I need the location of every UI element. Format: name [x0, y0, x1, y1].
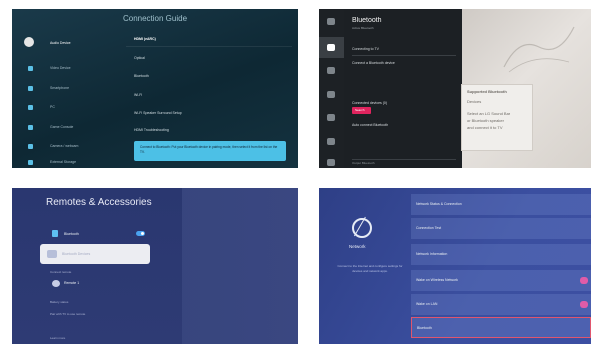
network-description: Connect to the Internet and configure se… — [337, 264, 403, 273]
output-bluetooth[interactable]: Output Bluetooth — [352, 161, 375, 165]
note-text: Pair with TV to use remote — [50, 312, 86, 316]
row-bluetooth[interactable]: Bluetooth — [411, 317, 591, 338]
connection-icon[interactable] — [327, 67, 335, 74]
connection-guide-title: Connection Guide — [122, 14, 188, 23]
remotes-accessories-screenshot: Remotes & Accessories Bluetooth Bluetoot… — [12, 188, 298, 344]
row-wake-wireless[interactable]: Wake on Wireless Network — [411, 270, 591, 291]
toggle-switch — [580, 301, 588, 308]
note-text[interactable]: Learn more — [50, 336, 65, 341]
sidebar-item[interactable]: Audio Device — [12, 37, 112, 49]
option-hdmi-troubleshooting[interactable]: HDMI Troubleshooting — [134, 128, 169, 132]
sketch-drawing — [503, 26, 575, 73]
general-icon[interactable] — [327, 91, 335, 98]
menu-item-connecting[interactable]: Connecting to TV — [352, 47, 379, 51]
accessibility-icon[interactable] — [327, 138, 335, 145]
connection-guide-screenshot: Connection Guide Audio Device Video Devi… — [12, 9, 298, 168]
auto-connect-checkbox[interactable]: Auto connect Bluetooth — [352, 123, 388, 127]
sidebar-item[interactable]: Smartphone — [12, 83, 112, 95]
option-wifi[interactable]: Wi-Fi — [134, 93, 142, 97]
bluetooth-icon — [52, 230, 58, 237]
bluetooth-menu — [344, 9, 462, 168]
row-network-status[interactable]: Network Status & Connection — [411, 194, 591, 215]
note-text: Connect remote — [50, 270, 72, 274]
menu-item-connected-devices[interactable]: Connected devices (0) — [352, 101, 387, 105]
note-text: Battery status — [50, 300, 69, 304]
remote-icon — [52, 280, 60, 287]
bluetooth-toggle[interactable] — [136, 231, 145, 236]
menu-item-connect-device[interactable]: Connect a Bluetooth device — [352, 61, 395, 65]
row-network-info[interactable]: Network Information — [411, 244, 591, 265]
bluetooth-label: Bluetooth — [64, 232, 79, 236]
camera-icon — [28, 144, 33, 149]
pc-icon — [28, 105, 33, 110]
option-optical[interactable]: Optical — [134, 56, 145, 60]
info-card: Supported Bluetooth Devices Select an LG… — [461, 84, 533, 151]
picture-icon[interactable] — [327, 18, 335, 25]
bluetooth-settings-screenshot: Bluetooth Active Bluetooth Connecting to… — [319, 9, 591, 168]
sidebar-item[interactable]: PC — [12, 102, 112, 114]
home-icon[interactable] — [327, 159, 335, 166]
sidebar-item[interactable]: Game Console — [12, 122, 112, 134]
storage-icon — [28, 160, 33, 165]
row-connection-test[interactable]: Connection Test — [411, 218, 591, 239]
network-globe-icon — [352, 218, 372, 238]
sound-icon[interactable] — [327, 44, 335, 51]
toggle-switch — [580, 277, 588, 284]
network-settings-screenshot: Network Connect to the Internet and conf… — [319, 188, 591, 344]
search-button[interactable]: Search — [352, 107, 371, 114]
bluetooth-devices-label: Bluetooth Devices — [62, 252, 91, 256]
gamepad-icon — [28, 125, 33, 130]
phone-icon — [28, 86, 33, 91]
sidebar-item[interactable]: External Storage — [12, 157, 112, 168]
bluetooth-title: Bluetooth — [352, 17, 382, 24]
option-wifi-speaker[interactable]: Wi-Fi Speaker Surround Setup — [134, 111, 182, 115]
sidebar-item[interactable]: Camera / webcam — [12, 141, 112, 153]
device-icon — [47, 250, 57, 258]
sidebar-item[interactable]: Video Device — [12, 63, 112, 75]
network-label: Network — [349, 244, 366, 249]
support-icon[interactable] — [327, 114, 335, 121]
video-icon — [28, 66, 33, 71]
option-bluetooth[interactable]: Bluetooth — [134, 74, 149, 78]
info-banner: Connect to Bluetooth: Put your Bluetooth… — [134, 141, 286, 161]
accessories-list — [12, 188, 182, 344]
bluetooth-subtitle: Active Bluetooth — [352, 26, 374, 30]
option-hdmi[interactable]: HDMI (eARC) — [134, 37, 156, 41]
remotes-title: Remotes & Accessories — [46, 197, 152, 208]
row-wake-lan[interactable]: Wake on LAN — [411, 294, 591, 315]
remote-label[interactable]: Remote 1 — [64, 281, 79, 286]
